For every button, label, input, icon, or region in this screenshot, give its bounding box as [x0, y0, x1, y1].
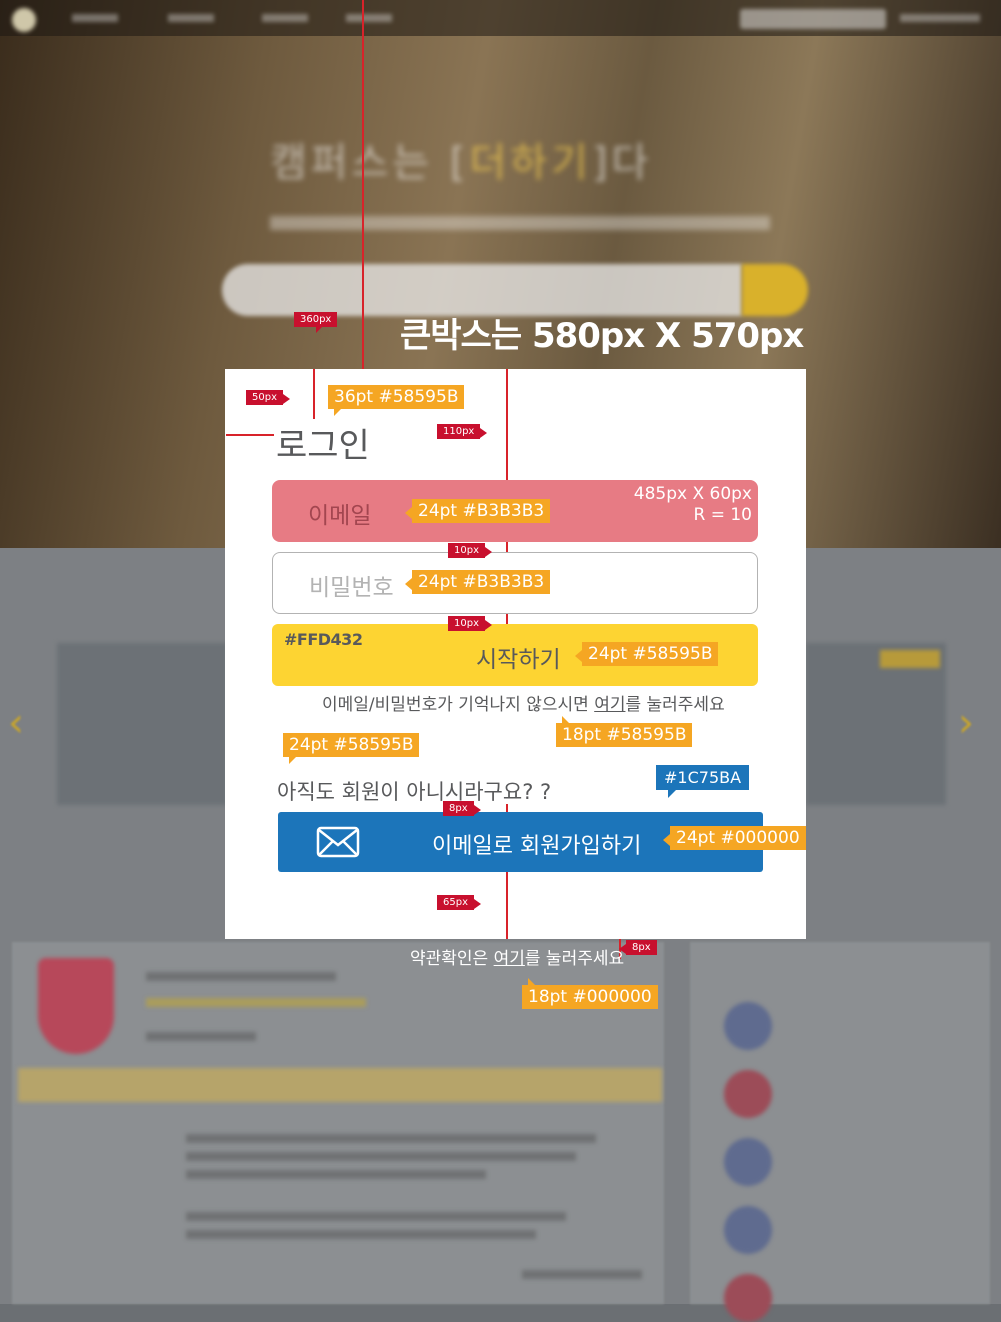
- background-nav-item: [262, 14, 308, 22]
- guide-line-50: [313, 369, 315, 419]
- background-nav-item: [168, 14, 214, 22]
- background-card-tag: [880, 650, 940, 668]
- forgot-suffix: 를 눌러주세요: [625, 695, 725, 715]
- background-line: [186, 1212, 566, 1221]
- annotation-360px: 360px: [294, 312, 338, 333]
- signup-button-label: 이메일로 회원가입하기: [432, 834, 642, 859]
- background-avatar: [724, 1206, 772, 1254]
- guide-line-10a: [506, 542, 508, 552]
- background-nav-item: [346, 14, 392, 22]
- background-logo: [12, 8, 36, 32]
- annotation-terms-spec: 18pt #000000: [522, 978, 658, 1009]
- background-nav-search: [740, 9, 886, 29]
- start-color-label: #FFD432: [284, 630, 363, 649]
- background-line: [146, 1032, 256, 1041]
- annotation-signup-spec: 24pt #000000: [663, 826, 806, 850]
- annotation-email-spec: 24pt #B3B3B3: [404, 499, 551, 523]
- forgot-text: 이메일/비밀번호가 기억나지 않으시면 여기를 눌러주세요: [322, 690, 725, 715]
- terms-prefix: 약관확인은: [410, 949, 494, 969]
- annotation-not-member-spec: 24pt #58595B: [283, 733, 420, 764]
- background-headline: 캠퍼스는 [더하기]다: [270, 140, 653, 186]
- chevron-right-icon: ›: [958, 700, 974, 746]
- forgot-prefix: 이메일/비밀번호가 기억나지 않으시면: [322, 695, 595, 715]
- annotation-forgot-spec: 18pt #58595B: [556, 716, 693, 747]
- annotation-password-spec: 24pt #B3B3B3: [404, 570, 551, 594]
- start-button-label: 시작하기: [476, 647, 561, 673]
- email-size-text: 485px X 60px: [633, 484, 752, 504]
- annotation-65px: 65px: [437, 895, 481, 910]
- guide-line-65: [506, 872, 508, 939]
- background-avatar: [724, 1070, 772, 1118]
- guide-line-10b: [506, 614, 508, 624]
- annotation-signup-color: #1C75BA: [656, 765, 750, 798]
- background-avatar: [724, 1274, 772, 1322]
- background-line: [146, 998, 366, 1007]
- forgot-link[interactable]: 여기: [594, 695, 625, 715]
- annotation-8px-a: 8px: [443, 801, 481, 816]
- guide-line-360: [362, 0, 364, 369]
- annotation-10px-b: 10px: [448, 616, 492, 631]
- background-line: [146, 972, 336, 981]
- terms-link[interactable]: 여기: [494, 949, 525, 969]
- annotation-110px: 110px: [437, 424, 488, 439]
- email-radius-text: R = 10: [693, 505, 753, 525]
- login-title: 로그인: [276, 426, 370, 466]
- background-avatar: [724, 1138, 772, 1186]
- guide-line-110: [506, 369, 508, 481]
- annotation-10px-a: 10px: [448, 543, 492, 558]
- terms-text: 약관확인은 여기를 눌러주세요: [410, 944, 624, 969]
- email-size-spec: 485px X 60px R = 10: [634, 484, 752, 526]
- box-size-title: 큰박스는 580px X 570px: [400, 316, 804, 356]
- background-avatar: [724, 1002, 772, 1050]
- password-placeholder: 비밀번호: [309, 575, 394, 601]
- background-line: [186, 1230, 536, 1239]
- terms-suffix: 를 눌러주세요: [524, 949, 625, 969]
- not-member-text: 아직도 회원이 아니시라구요? ?: [277, 780, 552, 804]
- annotation-title-spec: 36pt #58595B: [328, 385, 465, 416]
- guide-line-left: [226, 434, 274, 436]
- background-subtitle: [270, 216, 770, 230]
- background-line: [186, 1134, 596, 1143]
- background-card: [57, 643, 227, 805]
- background-nav-item: [900, 14, 980, 22]
- background-nav-item: [72, 14, 118, 22]
- background-bar: [18, 1068, 662, 1102]
- background-line: [186, 1170, 486, 1179]
- annotation-8px-b: 8px: [619, 940, 657, 955]
- background-line: [522, 1270, 642, 1279]
- envelope-icon: [316, 826, 360, 858]
- background-line: [186, 1152, 576, 1161]
- background-shield: [38, 958, 114, 1054]
- email-placeholder: 이메일: [308, 503, 372, 529]
- annotation-50px: 50px: [246, 390, 290, 405]
- annotation-start-spec: 24pt #58595B: [574, 642, 719, 666]
- chevron-left-icon: ‹: [8, 700, 24, 746]
